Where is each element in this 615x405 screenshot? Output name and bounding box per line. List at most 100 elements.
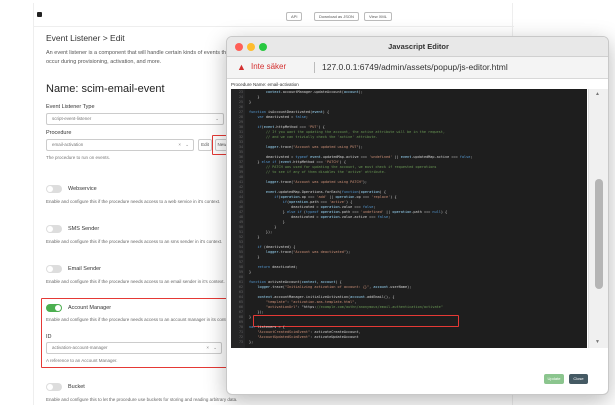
line-number: 63 (239, 290, 243, 294)
code-line[interactable]: "template": "activation-sms-template.htm… (249, 300, 357, 304)
line-number: 70 (239, 325, 243, 329)
procedure-select[interactable]: email-activation × ⌄ (46, 139, 194, 151)
code-line[interactable]: if(event.httpMethod === 'PUT') { (249, 125, 324, 129)
code-line[interactable]: } (249, 255, 259, 259)
chevron-down-icon[interactable]: ⌄ (215, 114, 219, 124)
view-xml-button[interactable]: View XML (364, 12, 392, 21)
address-separator (314, 62, 315, 73)
address-bar[interactable]: ▲ Inte säker 127.0.0.1:6749/admin/assets… (227, 57, 608, 79)
clear-icon[interactable]: × (178, 140, 181, 150)
code-line[interactable]: var deactivated = false; (249, 115, 308, 119)
code-line[interactable]: context.accountManager.initializeActivat… (249, 295, 394, 299)
line-number: 48 (239, 215, 243, 219)
webservice-label: Webservice (68, 186, 97, 192)
line-number: 64 (239, 295, 243, 299)
code-line[interactable]: deactivated = operation.value === false; (249, 205, 375, 209)
code-line[interactable]: deactivated = typeof event.updatedMap.ac… (249, 155, 473, 159)
line-number: 25 (239, 100, 243, 104)
line-number: 66 (239, 305, 243, 309)
line-number: 69 (239, 320, 243, 324)
event-listener-type-select[interactable]: script-event-listener ⌄ (46, 113, 224, 125)
line-number: 32 (239, 135, 243, 139)
line-number: 65 (239, 300, 243, 304)
webservice-toggle[interactable] (46, 185, 62, 193)
page-description: An event listener is a component that wi… (46, 50, 231, 65)
top-bar: API Download as JSON View XML (34, 3, 514, 27)
js-editor-window: Javascript Editor ▲ Inte säker 127.0.0.1… (226, 36, 609, 395)
code-line[interactable]: }); (249, 230, 272, 234)
line-number: 54 (239, 245, 243, 249)
url-text[interactable]: 127.0.0.1:6749/admin/assets/popup/js-edi… (322, 62, 508, 72)
code-line[interactable]: "AccountUpdatedScimEvent": activateUpdat… (249, 335, 358, 339)
code-line[interactable]: function isAccountDeactivated(event) { (249, 110, 329, 114)
line-number: 40 (239, 175, 243, 179)
code-line[interactable]: "AccountCreatedScimEvent": activateCreat… (249, 330, 360, 334)
edit-procedure-button[interactable]: Edit (198, 139, 212, 151)
scroll-up-icon[interactable]: ▲ (595, 91, 600, 97)
code-line[interactable]: return deactivated; (249, 265, 297, 269)
line-number: 26 (239, 105, 243, 109)
code-line[interactable]: }); (249, 310, 263, 314)
code-line[interactable]: if(operation.path === 'active') { (249, 200, 353, 204)
scroll-thumb[interactable] (595, 179, 603, 289)
code-line[interactable]: } (249, 225, 276, 229)
code-line[interactable]: } (249, 100, 251, 104)
code-line[interactable]: }; (249, 340, 253, 344)
scroll-down-icon[interactable]: ▼ (595, 339, 600, 345)
sms-sender-toggle[interactable] (46, 225, 62, 233)
code-line[interactable]: // PATCH was used for updating the accou… (249, 165, 437, 169)
download-json-button[interactable]: Download as JSON (314, 12, 359, 21)
code-line[interactable]: } (249, 95, 259, 99)
line-number: 28 (239, 115, 243, 119)
line-number: 23 (239, 90, 243, 94)
code-line[interactable]: logger.trace("Account was deactivated"); (249, 250, 350, 254)
line-number: 52 (239, 235, 243, 239)
line-number: 46 (239, 205, 243, 209)
chevron-down-icon[interactable]: ⌄ (185, 140, 189, 150)
code-line[interactable]: } (249, 220, 285, 224)
bucket-toggle[interactable] (46, 383, 62, 391)
api-button[interactable]: API (286, 12, 303, 21)
line-number: 41 (239, 180, 243, 184)
line-number: 36 (239, 155, 243, 159)
code-line[interactable]: if (deactivated) { (249, 245, 295, 249)
code-editor[interactable]: 23 context.accountManager.updateAccount(… (231, 89, 587, 348)
line-number: 31 (239, 130, 243, 134)
code-line[interactable]: } (249, 235, 259, 239)
line-number: 62 (239, 285, 243, 289)
procedure-name: Procedure Name: email-activation (231, 82, 299, 87)
code-line[interactable]: logger.trace("Initializing activation of… (249, 285, 411, 289)
close-button[interactable]: Close (569, 374, 588, 384)
insecure-label[interactable]: Inte säker (251, 62, 286, 71)
procedure-value: email-activation (52, 142, 84, 147)
code-line[interactable]: } else if (event.httpMethod === 'PATCH')… (249, 160, 346, 164)
code-line[interactable]: event.updatedMap.Operations.forEach(func… (249, 190, 386, 194)
code-line[interactable]: } else if (typeof operation.path === 'un… (249, 210, 447, 214)
editor-scrollbar[interactable]: ▲ ▼ (588, 89, 608, 348)
code-line[interactable]: var listeners = { (249, 325, 285, 329)
code-line[interactable]: // to see if any of them disables the 'a… (249, 170, 386, 174)
update-button[interactable]: Update (544, 374, 564, 384)
line-number: 61 (239, 280, 243, 284)
code-line[interactable]: // If you want the updating the account,… (249, 130, 445, 134)
email-sender-toggle[interactable] (46, 265, 62, 273)
window-title-bar: Javascript Editor (227, 37, 608, 57)
code-line[interactable]: function activateAccount(context, accoun… (249, 280, 342, 284)
line-number: 51 (239, 230, 243, 234)
window-title: Javascript Editor (388, 42, 449, 51)
code-line[interactable]: if(operation.op === 'add' || operation.o… (249, 195, 396, 199)
code-line[interactable]: // and we can trivially check the 'activ… (249, 135, 378, 139)
line-number: 35 (239, 150, 243, 154)
screenshot-root: API Download as JSON View XML Event List… (0, 0, 615, 405)
code-line[interactable]: } (249, 315, 251, 319)
code-line[interactable]: } (249, 270, 251, 274)
breadcrumb: Event Listener > Edit (46, 33, 125, 43)
account-manager-highlight (41, 298, 229, 368)
event-listener-type-value: script-event-listener (52, 116, 92, 121)
code-line[interactable]: "activationUrl": "https://example.com/au… (249, 305, 443, 309)
code-line[interactable]: logger.trace("Account was updated using … (249, 145, 363, 149)
code-line[interactable]: deactivated = operation.value.active ===… (249, 215, 390, 219)
code-line[interactable]: logger.trace("Account was updated using … (249, 180, 367, 184)
code-line[interactable]: context.accountManager.updateAccount(acc… (249, 90, 363, 94)
line-number: 27 (239, 110, 243, 114)
